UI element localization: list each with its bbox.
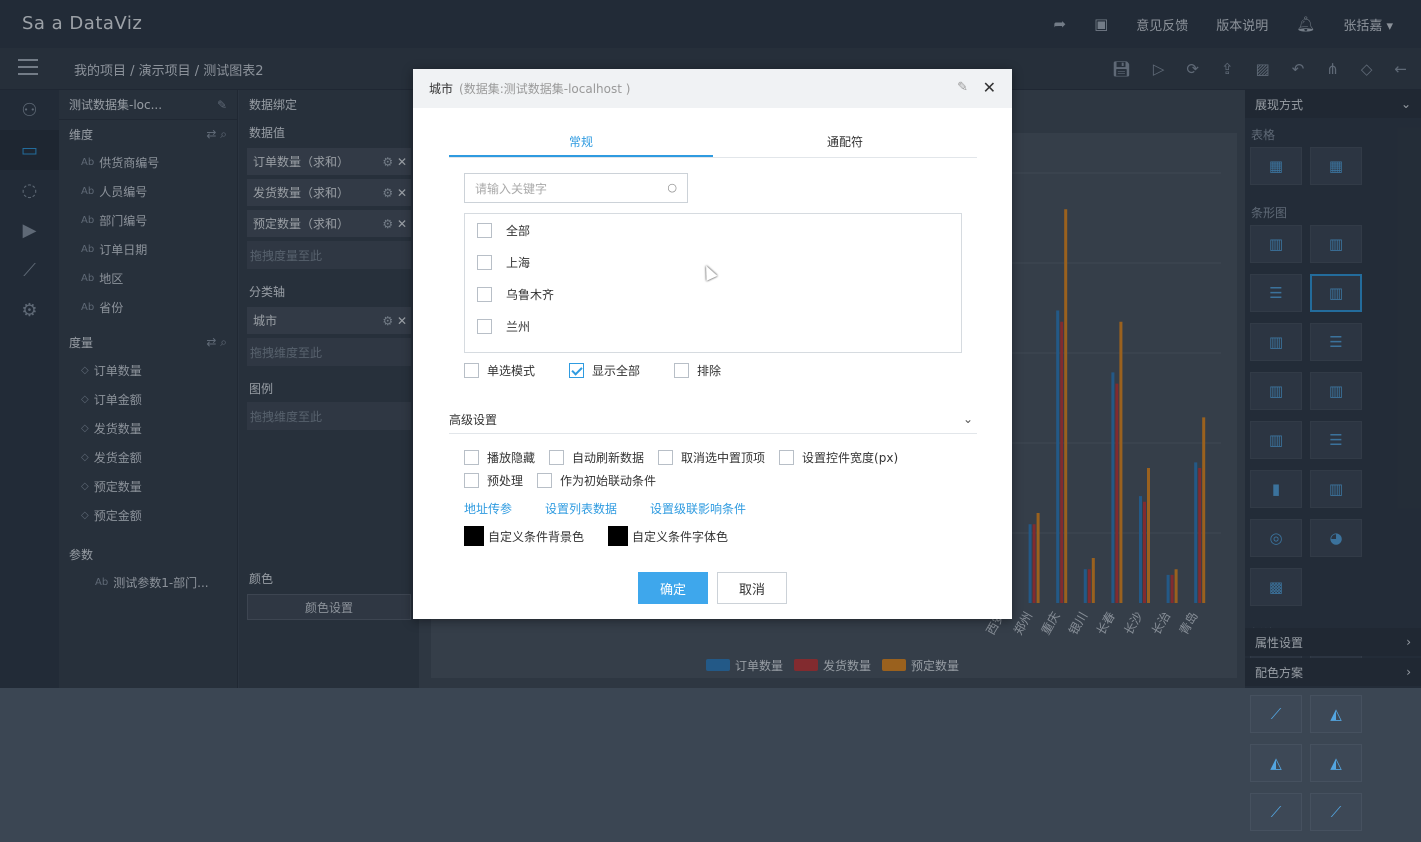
area-chart-icon[interactable]: ◭ [1250, 744, 1302, 782]
exclude-option[interactable]: 排除 [674, 362, 721, 379]
advanced-option[interactable]: 自动刷新数据 [549, 449, 644, 466]
cancel-button[interactable]: 取消 [717, 572, 787, 604]
checkbox[interactable] [549, 450, 565, 465]
dialog-header: 城市 (数据集:测试数据集-localhost ) ✎ ✕ [413, 69, 1012, 108]
color-swatch[interactable] [608, 526, 629, 546]
show-all-label: 显示全部 [592, 364, 641, 378]
checkbox[interactable] [477, 222, 492, 238]
tab-wildcard[interactable]: 通配符 [713, 126, 977, 157]
advanced-option-label: 作为初始联动条件 [560, 474, 657, 488]
dialog-title: 城市 [429, 82, 454, 96]
checkbox[interactable] [658, 450, 674, 465]
search-icon[interactable]: ○ [667, 181, 677, 194]
checkbox[interactable] [537, 473, 553, 488]
cascade-condition-link[interactable]: 设置级联影响条件 [650, 500, 746, 517]
list-item-label: 上海 [506, 255, 531, 270]
list-item-label: 全部 [506, 223, 531, 238]
custom-colors: 自定义条件背景色 自定义条件字体色 [464, 526, 752, 546]
show-all-option[interactable]: 显示全部 [569, 362, 640, 379]
advanced-option-label: 设置控件宽度(px) [802, 451, 899, 465]
bg-color-picker[interactable]: 自定义条件背景色 [464, 526, 584, 546]
advanced-option-label: 播放隐藏 [487, 451, 536, 465]
search-input[interactable]: 请输入关键字 ○ [464, 173, 688, 203]
area-chart-icon[interactable]: ◭ [1310, 744, 1362, 782]
advanced-links: 地址传参 设置列表数据 设置级联影响条件 [464, 500, 779, 517]
filter-dialog: 城市 (数据集:测试数据集-localhost ) ✎ ✕ 常规 通配符 请输入… [413, 69, 1012, 619]
exclude-label: 排除 [697, 364, 722, 378]
search-placeholder: 请输入关键字 [475, 181, 548, 196]
checkbox[interactable] [464, 363, 479, 378]
list-item-label: 兰州 [506, 319, 531, 334]
chevron-down-icon: ⌄ [962, 412, 973, 426]
advanced-options-row: 预处理 作为初始联动条件 [464, 472, 670, 489]
advanced-option[interactable]: 预处理 [464, 472, 523, 489]
value-list: 全部上海乌鲁木齐兰州 [464, 213, 962, 353]
close-icon[interactable]: ✕ [983, 78, 996, 97]
checkbox[interactable] [464, 450, 479, 465]
advanced-option-label: 取消选中置顶项 [681, 451, 766, 465]
advanced-option[interactable]: 取消选中置顶项 [658, 449, 765, 466]
list-item[interactable]: 兰州 [465, 310, 961, 342]
dialog-tabs: 常规 通配符 [449, 126, 977, 158]
line-chart-icon[interactable]: ⟋ [1310, 793, 1362, 831]
set-list-data-link[interactable]: 设置列表数据 [545, 500, 617, 517]
advanced-option[interactable]: 作为初始联动条件 [537, 472, 656, 489]
list-item[interactable]: 全部 [465, 214, 961, 246]
advanced-options-row: 播放隐藏 自动刷新数据 取消选中置顶项 设置控件宽度(px) [464, 449, 912, 466]
edit-title-icon[interactable]: ✎ [957, 80, 968, 95]
checkbox[interactable] [477, 286, 492, 302]
single-select-option[interactable]: 单选模式 [464, 362, 535, 379]
checkbox[interactable] [674, 363, 690, 378]
advanced-option-label: 预处理 [487, 474, 524, 488]
checkbox[interactable] [464, 473, 479, 488]
font-color-label: 自定义条件字体色 [632, 529, 729, 544]
tab-general[interactable]: 常规 [449, 126, 713, 157]
advanced-option-label: 自动刷新数据 [572, 451, 645, 465]
checkbox[interactable] [779, 450, 795, 465]
ok-button[interactable]: 确定 [638, 572, 708, 604]
advanced-option[interactable]: 播放隐藏 [464, 449, 535, 466]
advanced-option[interactable]: 设置控件宽度(px) [779, 449, 898, 466]
line-chart-icon[interactable]: ⟋ [1250, 793, 1302, 831]
checkbox[interactable] [477, 318, 492, 334]
list-item[interactable]: 乌鲁木齐 [465, 278, 961, 310]
url-param-link[interactable]: 地址传参 [464, 500, 512, 517]
dialog-subtitle: (数据集:测试数据集-localhost ) [459, 82, 631, 96]
checkbox[interactable] [477, 254, 492, 270]
area-chart-icon[interactable]: ◭ [1310, 695, 1362, 733]
advanced-settings-header[interactable]: 高级设置 ⌄ [449, 405, 977, 434]
single-select-label: 单选模式 [487, 364, 536, 378]
bg-color-label: 自定义条件背景色 [488, 529, 585, 544]
advanced-settings-label: 高级设置 [449, 412, 498, 427]
font-color-picker[interactable]: 自定义条件字体色 [608, 526, 728, 546]
color-swatch[interactable] [464, 526, 484, 546]
line-chart-icon[interactable]: ⟋ [1250, 695, 1302, 733]
list-options: 单选模式 显示全部 排除 [464, 362, 755, 379]
list-item-label: 乌鲁木齐 [506, 287, 555, 302]
checkbox-checked[interactable] [569, 363, 585, 378]
